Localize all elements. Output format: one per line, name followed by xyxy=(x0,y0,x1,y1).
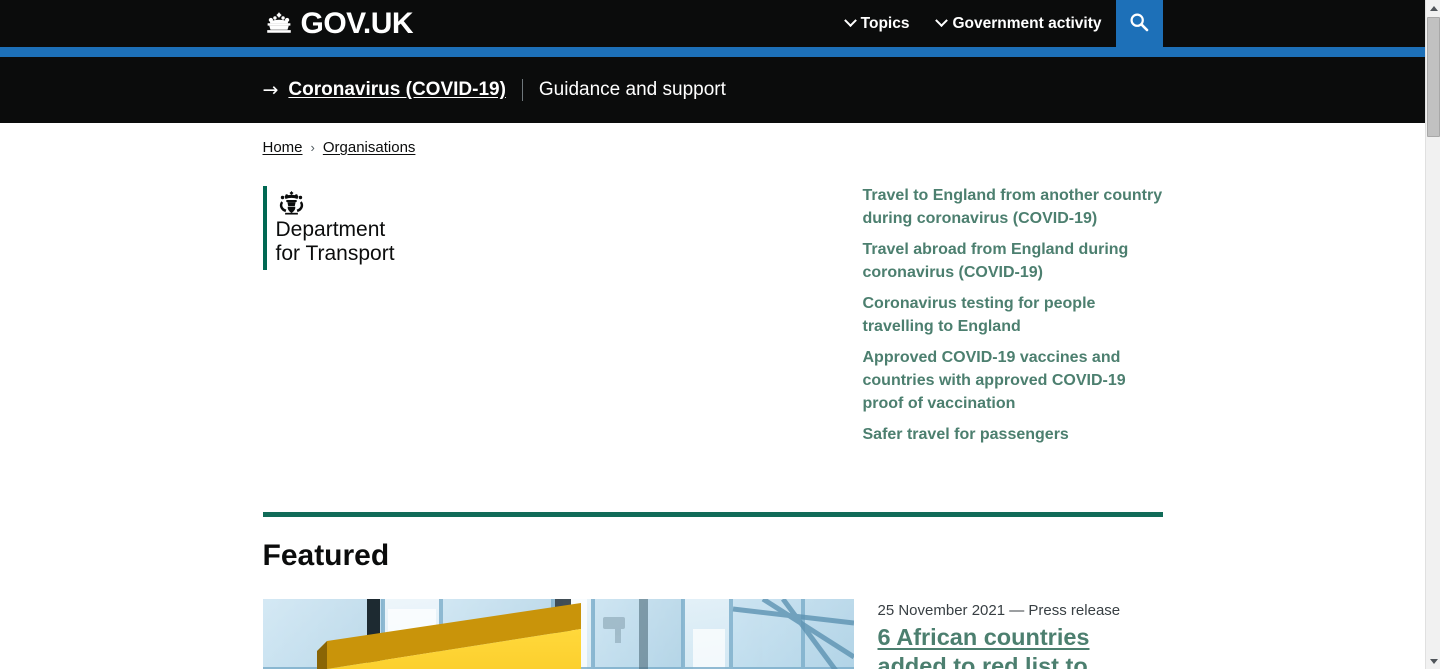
list-item: Coronavirus testing for people travellin… xyxy=(863,292,1163,338)
featured-heading: Featured xyxy=(262,539,390,572)
nav-item-topics[interactable]: Topics xyxy=(832,0,924,47)
related-link-safer-travel[interactable]: Safer travel for passengers xyxy=(863,423,1163,446)
page-content: GOV.UK Topics Government activity → Coro… xyxy=(0,0,1425,669)
browser-viewport: GOV.UK Topics Government activity → Coro… xyxy=(0,0,1440,669)
coronavirus-banner-subtitle: Guidance and support xyxy=(538,79,726,100)
related-link-travel-to-england[interactable]: Travel to England from another country d… xyxy=(863,184,1163,230)
nav-item-government-activity[interactable]: Government activity xyxy=(923,0,1115,47)
search-button[interactable] xyxy=(1115,0,1163,47)
scrollbar-thumb[interactable] xyxy=(1427,17,1440,137)
organisation-identity: Department for Transport xyxy=(262,176,863,454)
featured-headline-link[interactable]: 6 African countries added to red list to… xyxy=(878,623,1163,669)
chevron-down-icon xyxy=(935,14,949,28)
list-item: Travel to England from another country d… xyxy=(863,184,1163,230)
list-item: Travel abroad from England during corona… xyxy=(863,238,1163,284)
related-link-travel-abroad[interactable]: Travel abroad from England during corona… xyxy=(863,238,1163,284)
featured-divider xyxy=(262,512,1163,517)
breadcrumb: Home › Organisations xyxy=(263,139,1163,176)
arrow-right-icon: → xyxy=(262,78,279,101)
breadcrumb-item-home[interactable]: Home xyxy=(263,139,303,156)
header-nav: Topics Government activity xyxy=(832,0,1163,47)
nav-item-government-activity-label: Government activity xyxy=(952,14,1102,32)
featured-image[interactable] xyxy=(262,599,854,669)
related-links: Travel to England from another country d… xyxy=(863,176,1163,454)
chevron-down-icon xyxy=(843,14,857,28)
nav-item-topics-label: Topics xyxy=(860,14,910,32)
banner-divider xyxy=(521,79,523,101)
featured-item: 25 November 2021 — Press release 6 Afric… xyxy=(262,599,1163,669)
related-link-approved-vaccines[interactable]: Approved COVID-19 vaccines and countries… xyxy=(863,346,1163,415)
govuk-header: GOV.UK Topics Government activity xyxy=(0,0,1425,47)
featured-text: 25 November 2021 — Press release 6 Afric… xyxy=(878,599,1163,669)
breadcrumb-separator: › xyxy=(310,140,315,155)
list-item: Approved COVID-19 vaccines and countries… xyxy=(863,346,1163,415)
scroll-down-arrow-icon[interactable] xyxy=(1426,653,1440,669)
organisation-name-line2: for Transport xyxy=(275,242,395,265)
organisation-name: Department for Transport xyxy=(276,218,395,266)
main-content: Home › Organisations Department for Tran… xyxy=(262,123,1163,669)
coronavirus-banner: → Coronavirus (COVID-19) Guidance and su… xyxy=(0,57,1425,123)
search-icon xyxy=(1129,12,1149,35)
breadcrumb-item-organisations[interactable]: Organisations xyxy=(323,139,416,156)
crown-icon xyxy=(263,11,295,37)
royal-crest-icon xyxy=(276,190,395,216)
list-item: Safer travel for passengers xyxy=(863,423,1163,446)
organisation-row: Department for Transport Travel to Engla… xyxy=(262,176,1163,454)
govuk-logo-link[interactable]: GOV.UK xyxy=(263,6,414,40)
vertical-scrollbar[interactable] xyxy=(1425,0,1440,669)
organisation-name-line1: Department xyxy=(275,218,386,241)
related-link-coronavirus-testing[interactable]: Coronavirus testing for people travellin… xyxy=(863,292,1163,338)
header-blue-bar xyxy=(0,47,1425,57)
scroll-up-arrow-icon[interactable] xyxy=(1426,0,1440,16)
coronavirus-banner-link[interactable]: Coronavirus (COVID-19) xyxy=(288,79,505,101)
organisation-logo[interactable]: Department for Transport xyxy=(262,186,395,270)
govuk-wordmark: GOV.UK xyxy=(300,6,414,40)
featured-meta: 25 November 2021 — Press release xyxy=(877,602,1121,619)
